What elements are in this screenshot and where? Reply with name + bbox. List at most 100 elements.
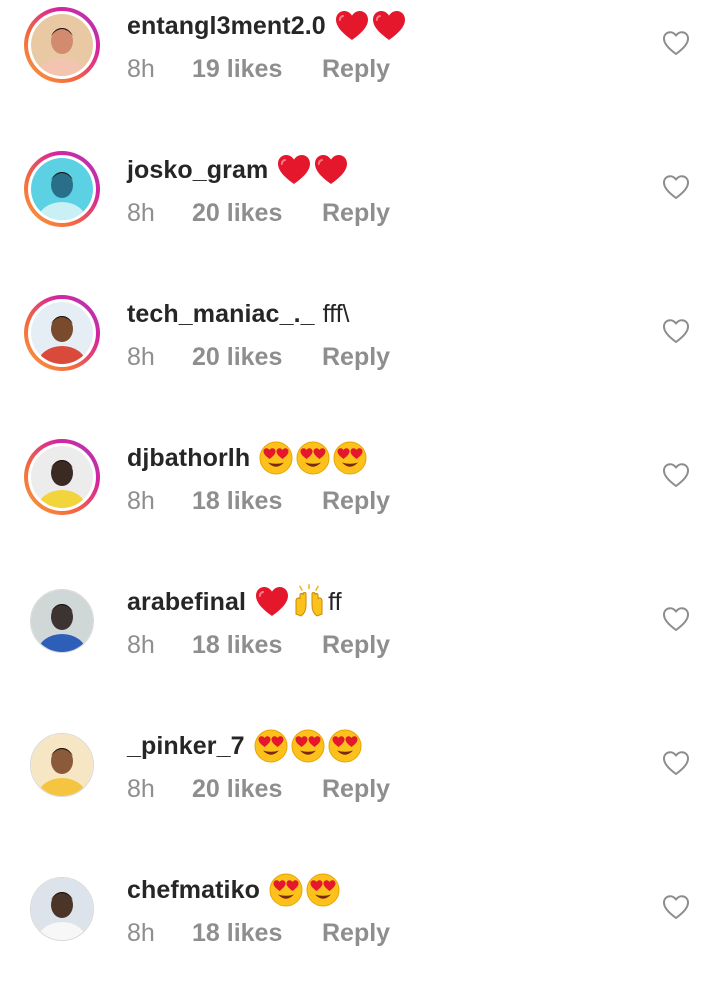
comment-row: entangl3ment2.0 8h 19 likes Reply xyxy=(0,0,720,144)
like-heart-icon[interactable] xyxy=(662,318,690,344)
comment-meta: 8h 20 likes Reply xyxy=(127,342,390,372)
like-heart-icon[interactable] xyxy=(662,30,690,56)
comment-text xyxy=(253,728,364,764)
like-heart-icon[interactable] xyxy=(662,894,690,920)
comment-line: _pinker_7 xyxy=(127,728,364,764)
comment-time: 8h xyxy=(127,198,155,227)
avatar-frame xyxy=(28,155,96,223)
comment-line: entangl3ment2.0 xyxy=(127,8,408,44)
reply-button[interactable]: Reply xyxy=(322,775,390,804)
heart-eyes-face-icon xyxy=(253,728,289,764)
comment-likes[interactable]: 20 likes xyxy=(192,775,322,804)
comment-text xyxy=(268,872,342,908)
comment-line: djbathorlh xyxy=(127,440,369,476)
comment-row: tech_maniac_._ fff\ 8h 20 likes Reply xyxy=(0,288,720,432)
avatar-story-ring[interactable] xyxy=(24,7,100,83)
avatar-photo xyxy=(31,734,93,796)
avatar-photo xyxy=(31,158,93,220)
avatar-frame xyxy=(28,443,96,511)
comment-likes[interactable]: 20 likes xyxy=(192,199,322,228)
comment-line: josko_gram xyxy=(127,152,350,188)
comment-text xyxy=(334,8,408,44)
heart-eyes-face-icon xyxy=(268,872,304,908)
comment-text-content: ff xyxy=(328,587,342,616)
avatar-photo xyxy=(31,590,93,652)
avatar-frame xyxy=(30,589,94,653)
heart-eyes-face-icon xyxy=(327,728,363,764)
comment-time: 8h xyxy=(127,774,155,803)
comment-username[interactable]: chefmatiko xyxy=(127,876,260,905)
comment-username[interactable]: josko_gram xyxy=(127,156,268,185)
avatar[interactable] xyxy=(24,871,100,947)
reply-button[interactable]: Reply xyxy=(322,343,390,372)
comment-text xyxy=(258,440,369,476)
comment-time: 8h xyxy=(127,486,155,515)
comment-likes[interactable]: 20 likes xyxy=(192,343,322,372)
reply-button[interactable]: Reply xyxy=(322,55,390,84)
avatar-story-ring[interactable] xyxy=(24,151,100,227)
avatar-photo xyxy=(31,446,93,508)
avatar[interactable] xyxy=(24,583,100,659)
heart-eyes-face-icon xyxy=(258,440,294,476)
red-heart-icon xyxy=(276,152,312,188)
comment-row: chefmatiko 8h 18 likes Reply xyxy=(0,864,720,1008)
reply-button[interactable]: Reply xyxy=(322,631,390,660)
comment-text xyxy=(276,152,350,188)
comment-line: arabefinal ff xyxy=(127,584,342,620)
comment-meta: 8h 18 likes Reply xyxy=(127,918,390,948)
avatar-photo xyxy=(31,302,93,364)
avatar-frame xyxy=(28,299,96,367)
avatar-frame xyxy=(30,877,94,941)
comment-time: 8h xyxy=(127,918,155,947)
avatar[interactable] xyxy=(24,727,100,803)
heart-eyes-face-icon xyxy=(332,440,368,476)
avatar-frame xyxy=(28,11,96,79)
like-heart-icon[interactable] xyxy=(662,606,690,632)
reply-button[interactable]: Reply xyxy=(322,487,390,516)
red-heart-icon xyxy=(313,152,349,188)
avatar-story-ring[interactable] xyxy=(24,439,100,515)
avatar-photo xyxy=(31,878,93,940)
comment-username[interactable]: _pinker_7 xyxy=(127,732,245,761)
comment-time: 8h xyxy=(127,342,155,371)
comment-username[interactable]: entangl3ment2.0 xyxy=(127,12,326,41)
avatar-photo xyxy=(31,14,93,76)
comment-meta: 8h 18 likes Reply xyxy=(127,630,390,660)
comment-meta: 8h 19 likes Reply xyxy=(127,54,390,84)
comment-text-content: fff\ xyxy=(322,299,350,328)
comment-row: _pinker_7 8h 20 likes Reply xyxy=(0,720,720,864)
like-heart-icon[interactable] xyxy=(662,462,690,488)
red-heart-icon xyxy=(371,8,407,44)
comment-likes[interactable]: 18 likes xyxy=(192,919,322,948)
red-heart-icon xyxy=(334,8,370,44)
avatar-story-ring[interactable] xyxy=(24,295,100,371)
comment-time: 8h xyxy=(127,630,155,659)
comment-text: fff\ xyxy=(323,300,350,329)
comment-likes[interactable]: 19 likes xyxy=(192,55,322,84)
comment-line: tech_maniac_._ fff\ xyxy=(127,296,350,332)
reply-button[interactable]: Reply xyxy=(322,199,390,228)
comment-row: djbathorlh 8h 18 likes Reply xyxy=(0,432,720,576)
comment-username[interactable]: tech_maniac_._ xyxy=(127,300,315,329)
comment-meta: 8h 20 likes Reply xyxy=(127,774,390,804)
comment-meta: 8h 18 likes Reply xyxy=(127,486,390,516)
avatar-frame xyxy=(30,733,94,797)
raising-hands-icon xyxy=(291,584,327,620)
red-heart-icon xyxy=(254,584,290,620)
heart-eyes-face-icon xyxy=(295,440,331,476)
comment-text: ff xyxy=(254,584,342,620)
comment-time: 8h xyxy=(127,54,155,83)
like-heart-icon[interactable] xyxy=(662,750,690,776)
comment-username[interactable]: djbathorlh xyxy=(127,444,250,473)
comment-likes[interactable]: 18 likes xyxy=(192,631,322,660)
comment-row: arabefinal ff 8h 18 likes Reply xyxy=(0,576,720,720)
comment-meta: 8h 20 likes Reply xyxy=(127,198,390,228)
heart-eyes-face-icon xyxy=(305,872,341,908)
comment-username[interactable]: arabefinal xyxy=(127,588,246,617)
like-heart-icon[interactable] xyxy=(662,174,690,200)
comment-likes[interactable]: 18 likes xyxy=(192,487,322,516)
reply-button[interactable]: Reply xyxy=(322,919,390,948)
comment-row: josko_gram 8h 20 likes Reply xyxy=(0,144,720,288)
comment-line: chefmatiko xyxy=(127,872,342,908)
heart-eyes-face-icon xyxy=(290,728,326,764)
